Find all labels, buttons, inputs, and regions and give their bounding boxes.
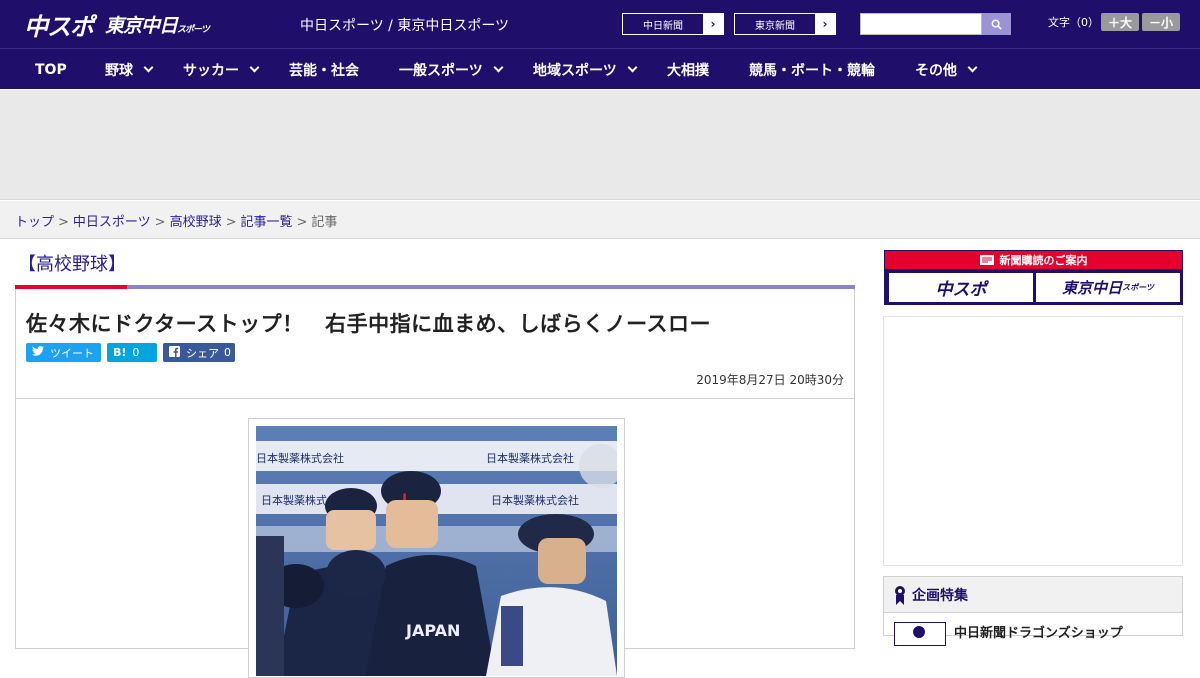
breadcrumb-high-school-baseball[interactable]: 高校野球 bbox=[170, 215, 222, 230]
banner-text: 日本製薬株式会社 bbox=[486, 451, 574, 465]
facebook-share-button[interactable]: シェア 0 bbox=[163, 343, 235, 362]
nav-label: 大相撲 bbox=[667, 62, 709, 79]
article-category[interactable]: 【高校野球】 bbox=[18, 250, 126, 276]
sidebar-ad bbox=[883, 316, 1183, 566]
facebook-share-label: シェア bbox=[186, 346, 219, 360]
nav-item-baseball[interactable]: 野球 bbox=[105, 49, 154, 90]
feature-section: 企画特集 中日新聞ドラゴンズショップ bbox=[883, 576, 1183, 646]
dragons-shop-thumbnail bbox=[894, 622, 946, 646]
logo-tokyo-chunichi: 東京中日スポーツ bbox=[105, 14, 210, 37]
tokyo-shimbun-label: 東京新聞 bbox=[755, 20, 795, 32]
baseball-players-photo: 日本製薬株式会社 日本製薬株式会社 日本製薬株式会社 日本製薬株式会社 JAPA… bbox=[256, 426, 617, 676]
nav-label: TOP bbox=[35, 61, 67, 78]
nav-item-top[interactable]: TOP bbox=[35, 49, 67, 90]
breadcrumb-separator: > bbox=[296, 215, 308, 230]
nav-label: 一般スポーツ bbox=[399, 62, 483, 79]
nav-label: 野球 bbox=[105, 62, 133, 79]
site-title: 中日スポーツ / 東京中日スポーツ bbox=[300, 18, 510, 34]
article-photo-frame: 日本製薬株式会社 日本製薬株式会社 日本製薬株式会社 日本製薬株式会社 JAPA… bbox=[248, 418, 625, 678]
feature-title: 企画特集 bbox=[912, 587, 968, 604]
promo-tile-label: 東京中日 bbox=[1062, 279, 1123, 297]
feature-header: 企画特集 bbox=[884, 577, 1182, 613]
top-header: 中スポ 東京中日スポーツ 中日スポーツ / 東京中日スポーツ 中日新聞 › 東京… bbox=[0, 0, 1200, 48]
breadcrumb-separator: > bbox=[154, 215, 166, 230]
tweet-label: ツイート bbox=[50, 346, 94, 360]
banner-text: 日本製薬株式会社 bbox=[491, 493, 579, 507]
jersey-text: JAPAN bbox=[405, 621, 460, 640]
nav-item-general-sports[interactable]: 一般スポーツ bbox=[399, 49, 504, 90]
breadcrumb-separator: > bbox=[58, 215, 69, 230]
nav-item-other[interactable]: その他 bbox=[915, 49, 978, 90]
nav-item-soccer[interactable]: サッカー bbox=[183, 49, 260, 90]
chevron-down-icon bbox=[249, 62, 260, 73]
nav-label: 芸能・社会 bbox=[289, 62, 359, 79]
twitter-icon bbox=[32, 346, 44, 359]
promo-tile-chuspo[interactable]: 中スポ bbox=[889, 273, 1033, 302]
chevron-right-icon: › bbox=[703, 14, 723, 34]
main-nav: TOP 野球 サッカー 芸能・社会 一般スポーツ 地域スポーツ 大相撲 競馬・ボ… bbox=[0, 48, 1200, 89]
search-button[interactable] bbox=[982, 13, 1011, 35]
nav-label: サッカー bbox=[183, 62, 239, 79]
nav-item-entertainment[interactable]: 芸能・社会 bbox=[289, 49, 359, 90]
chevron-down-icon bbox=[627, 62, 638, 73]
search-icon bbox=[991, 19, 1002, 30]
newspaper-icon bbox=[979, 255, 994, 265]
font-larger-button[interactable]: ＋大 bbox=[1101, 13, 1139, 31]
tokyo-shimbun-button[interactable]: 東京新聞 › bbox=[734, 13, 836, 35]
nav-item-racing[interactable]: 競馬・ボート・競輪 bbox=[749, 49, 875, 90]
nav-label: その他 bbox=[915, 62, 957, 79]
font-size-label: 文字（0） bbox=[1048, 16, 1099, 29]
nav-label: 競馬・ボート・競輪 bbox=[749, 62, 875, 79]
promo-title: 新聞購読のご案内 bbox=[999, 254, 1088, 267]
search-input[interactable] bbox=[860, 13, 982, 35]
breadcrumb-chunichi-sports[interactable]: 中日スポーツ bbox=[73, 215, 151, 230]
feature-item[interactable]: 中日新聞ドラゴンズショップ bbox=[894, 622, 1123, 646]
site-logo[interactable]: 中スポ 東京中日スポーツ bbox=[24, 9, 210, 41]
chevron-down-icon bbox=[967, 62, 978, 73]
breadcrumb: トップ > 中日スポーツ > 高校野球 > 記事一覧 > 記事 bbox=[15, 211, 337, 230]
banner-text: 日本製薬株式会社 bbox=[256, 451, 344, 465]
breadcrumb-bar: トップ > 中日スポーツ > 高校野球 > 記事一覧 > 記事 bbox=[0, 201, 1200, 239]
article-photo[interactable]: 日本製薬株式会社 日本製薬株式会社 日本製薬株式会社 日本製薬株式会社 JAPA… bbox=[256, 426, 617, 676]
promo-tile-small: スポーツ bbox=[1122, 283, 1154, 292]
promo-tile-tokyo-chunichi[interactable]: 東京中日 スポーツ bbox=[1036, 273, 1180, 302]
facebook-icon bbox=[169, 345, 180, 360]
hatena-bookmark-button[interactable]: B! 0 bbox=[107, 343, 157, 362]
article-card: 佐々木にドクターストップ！ 右手中指に血まめ、しばらくノースロー ツイート B!… bbox=[15, 289, 855, 678]
breadcrumb-top[interactable]: トップ bbox=[15, 215, 54, 230]
chevron-right-icon: › bbox=[815, 14, 835, 34]
hatena-icon: B! bbox=[113, 346, 127, 359]
nav-item-sumo[interactable]: 大相撲 bbox=[667, 49, 709, 90]
breadcrumb-current: 記事 bbox=[311, 215, 338, 230]
chunichi-shimbun-button[interactable]: 中日新聞 › bbox=[622, 13, 724, 35]
article-headline: 佐々木にドクターストップ！ 右手中指に血まめ、しばらくノースロー bbox=[26, 312, 712, 336]
chevron-down-icon bbox=[493, 62, 504, 73]
font-smaller-button[interactable]: －小 bbox=[1142, 13, 1180, 31]
ad-banner-area bbox=[0, 90, 1200, 200]
facebook-share-count: 0 bbox=[224, 346, 231, 359]
ribbon-icon bbox=[895, 585, 905, 605]
chevron-down-icon bbox=[143, 62, 154, 73]
promo-header: 新聞購読のご案内 bbox=[885, 251, 1182, 269]
chunichi-shimbun-label: 中日新聞 bbox=[643, 20, 683, 32]
nav-item-local-sports[interactable]: 地域スポーツ bbox=[533, 49, 638, 90]
feature-item-label: 中日新聞ドラゴンズショップ bbox=[954, 626, 1123, 641]
article-divider bbox=[16, 398, 854, 399]
hatena-count: 0 bbox=[132, 346, 140, 359]
breadcrumb-article-list[interactable]: 記事一覧 bbox=[241, 215, 293, 230]
nav-label: 地域スポーツ bbox=[533, 62, 617, 79]
breadcrumb-separator: > bbox=[225, 215, 237, 230]
article-date: 2019年8月27日 20時30分 bbox=[696, 373, 844, 387]
tweet-button[interactable]: ツイート bbox=[26, 343, 101, 362]
subscription-promo[interactable]: 新聞購読のご案内 中スポ 東京中日 スポーツ bbox=[884, 250, 1183, 305]
logo-chuspo: 中スポ bbox=[24, 12, 94, 41]
